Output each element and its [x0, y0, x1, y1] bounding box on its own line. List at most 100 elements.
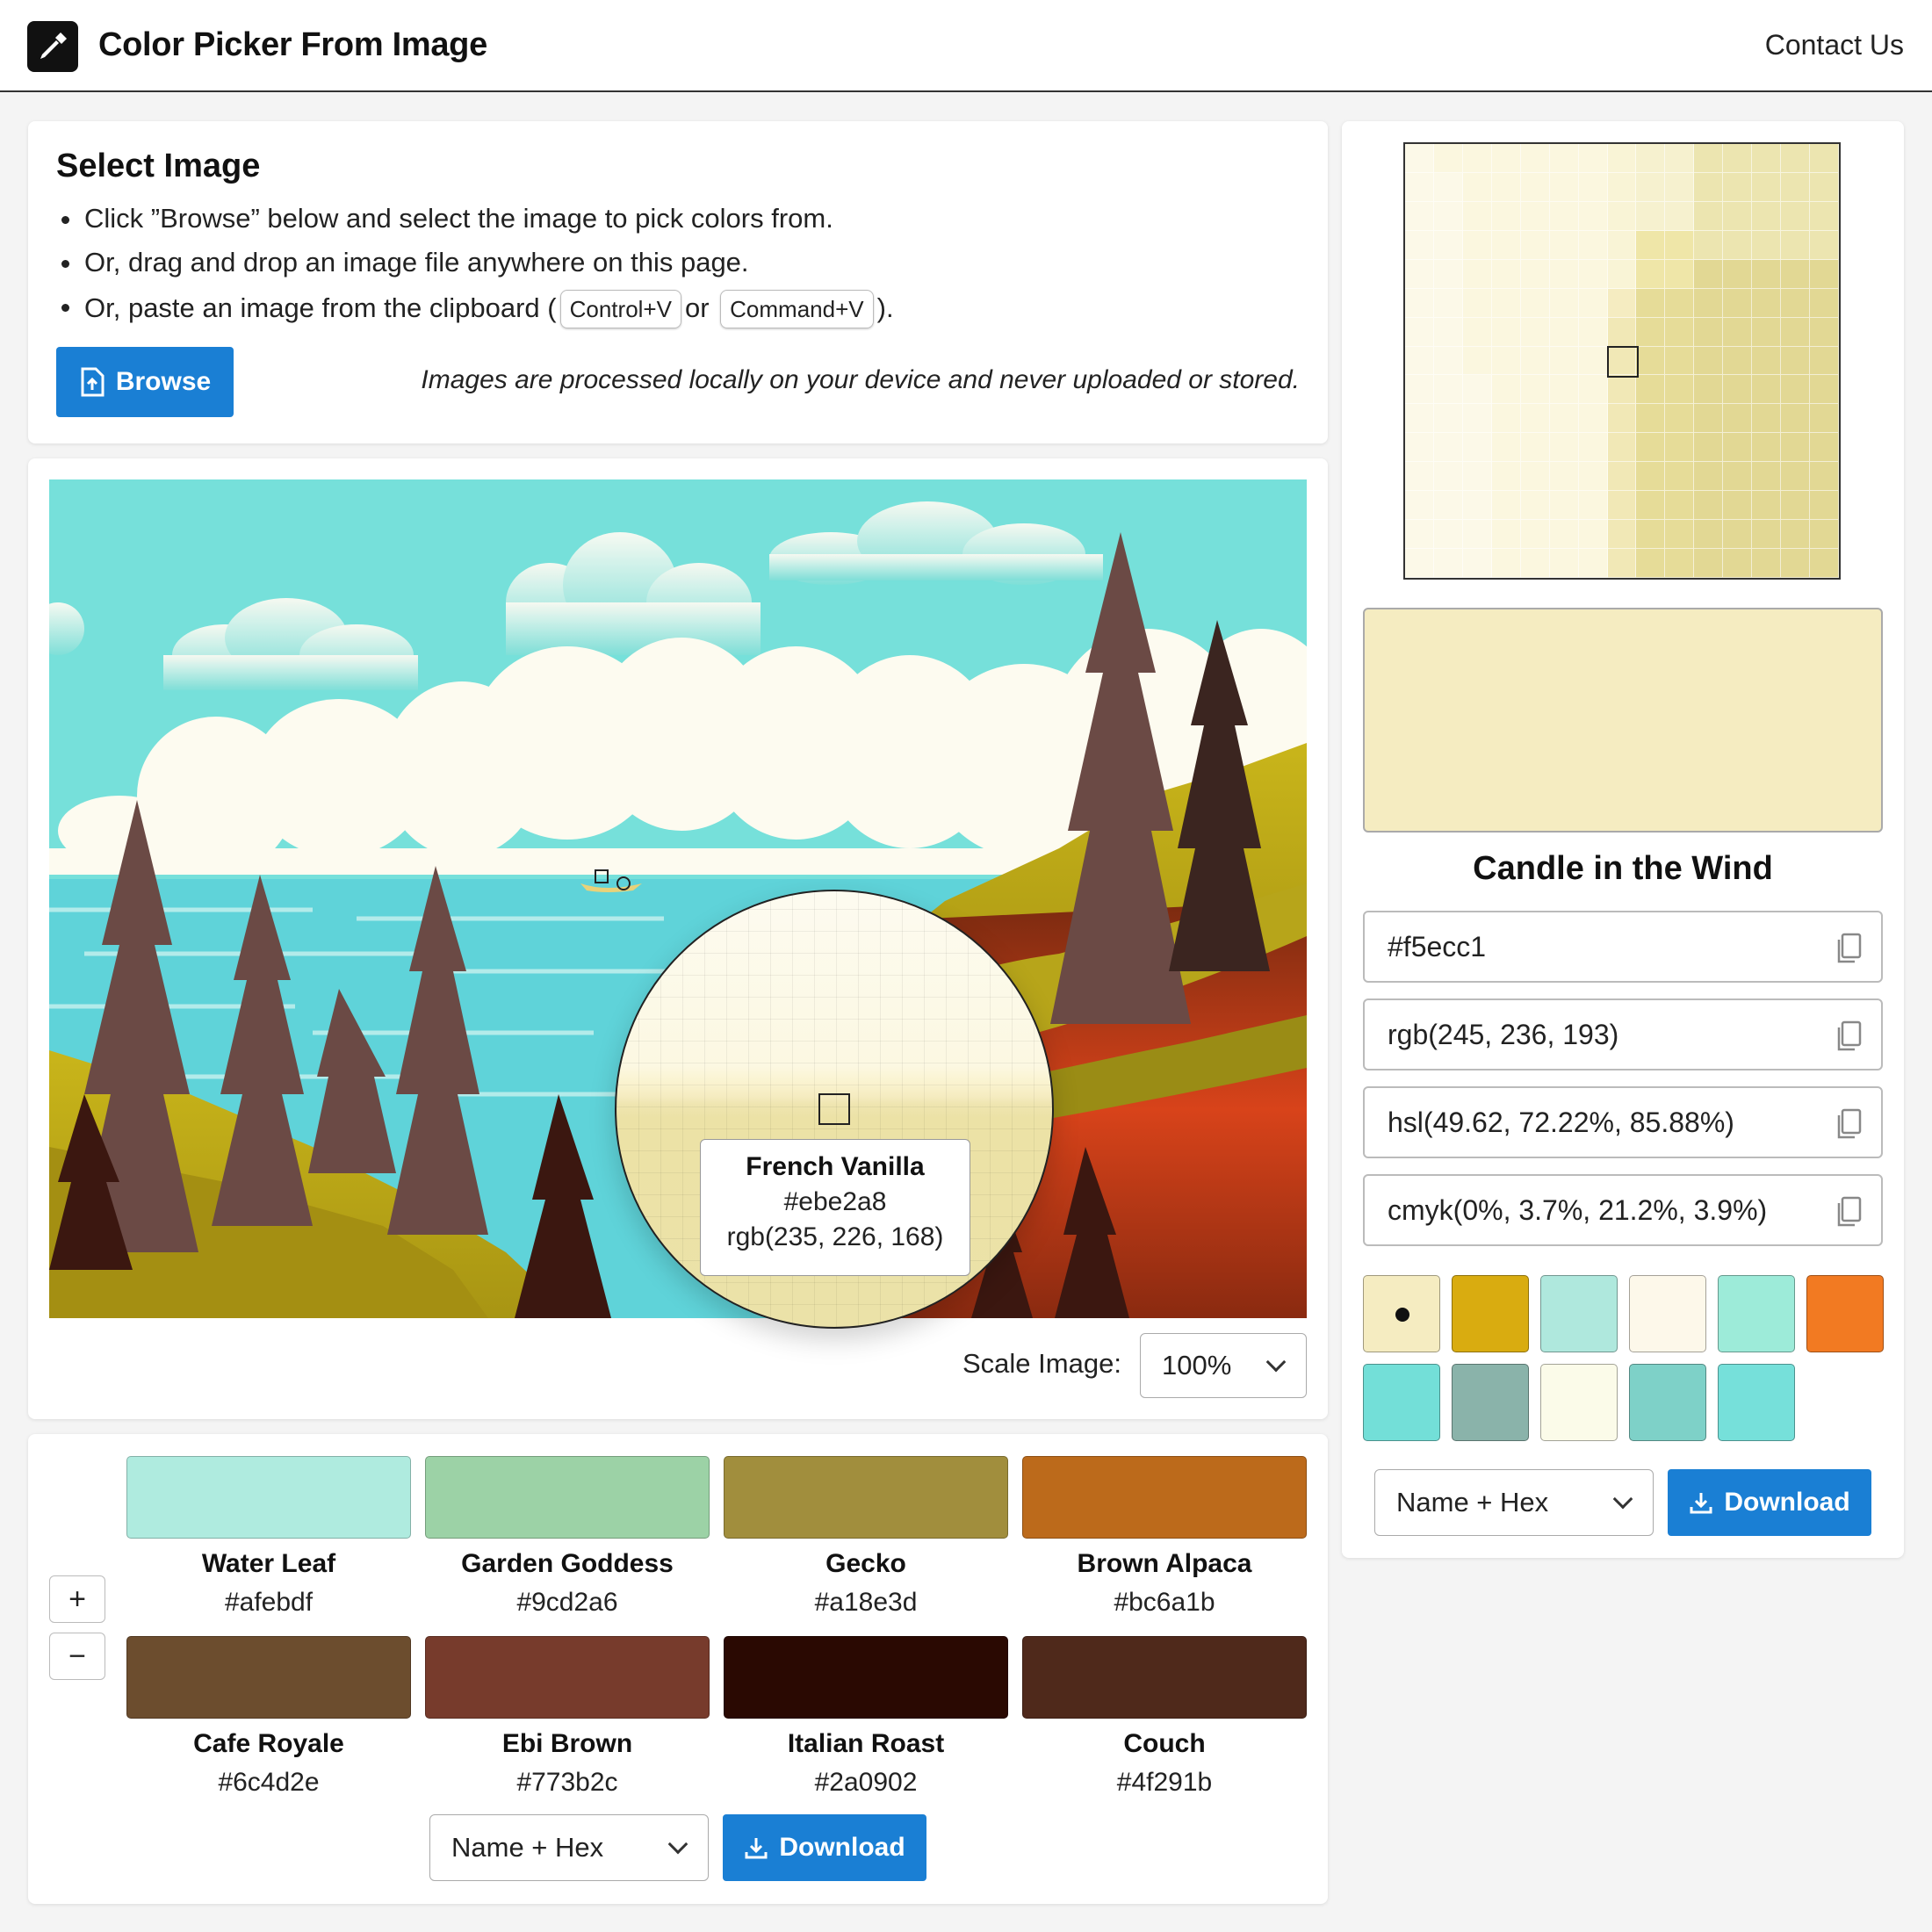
zoom-pixel	[1665, 375, 1695, 405]
hex-value-field[interactable]: #f5ecc1	[1363, 911, 1883, 983]
copy-icon[interactable]	[1834, 1195, 1864, 1229]
palette-swatch	[1022, 1636, 1307, 1719]
palette-download-label: Download	[779, 1833, 905, 1862]
copy-icon[interactable]	[1834, 1020, 1864, 1053]
add-color-button[interactable]: +	[49, 1575, 105, 1623]
remove-color-button[interactable]: −	[49, 1633, 105, 1680]
history-swatch[interactable]	[1718, 1275, 1795, 1352]
palette-download-button[interactable]: Download	[723, 1814, 926, 1881]
eyedropper-logo-icon[interactable]	[27, 21, 78, 72]
palette-item[interactable]: Gecko #a18e3d	[724, 1456, 1008, 1618]
zoom-pixel	[1462, 230, 1492, 260]
zoom-pixel	[1549, 201, 1579, 231]
rgb-value-field[interactable]: rgb(245, 236, 193)	[1363, 998, 1883, 1071]
palette-item[interactable]: Couch #4f291b	[1022, 1636, 1307, 1798]
zoom-pixel	[1636, 172, 1666, 202]
zoom-pixel	[1433, 144, 1463, 173]
palette-color-hex: #773b2c	[516, 1768, 618, 1797]
history-swatch[interactable]	[1363, 1275, 1440, 1352]
palette-color-hex: #bc6a1b	[1114, 1588, 1215, 1617]
zoom-pixel	[1665, 433, 1695, 463]
app-title[interactable]: Color Picker From Image	[98, 26, 487, 64]
zoom-pixel	[1462, 433, 1492, 463]
zoom-pixel	[1520, 491, 1550, 521]
zoom-pixel	[1578, 230, 1608, 260]
palette-item[interactable]: Cafe Royale #6c4d2e	[126, 1636, 411, 1798]
browse-button[interactable]: Browse	[56, 347, 234, 417]
zoom-pixel	[1433, 491, 1463, 521]
palette-item[interactable]: Water Leaf #afebdf	[126, 1456, 411, 1618]
copy-icon[interactable]	[1834, 1107, 1864, 1141]
zoom-pixel	[1405, 201, 1434, 231]
zoom-pixel	[1578, 317, 1608, 347]
history-format-select[interactable]: Name + Hex	[1374, 1469, 1654, 1536]
zoom-pixel	[1405, 375, 1434, 405]
picked-point-marker	[595, 869, 609, 883]
zoom-pixel	[1694, 433, 1724, 463]
zoom-pixel	[1810, 144, 1839, 173]
zoom-pixel	[1636, 433, 1666, 463]
zoom-pixel	[1520, 520, 1550, 550]
zoom-pixel	[1549, 288, 1579, 318]
history-swatch[interactable]	[1363, 1364, 1440, 1441]
download-icon	[1690, 1493, 1712, 1514]
history-swatch[interactable]	[1629, 1364, 1706, 1441]
cmyk-value-field[interactable]: cmyk(0%, 3.7%, 21.2%, 3.9%)	[1363, 1174, 1883, 1246]
zoom-pixel	[1752, 491, 1782, 521]
zoom-pixel	[1491, 462, 1521, 492]
zoom-pixel	[1752, 520, 1782, 550]
zoom-pixel	[1810, 172, 1839, 202]
zoom-pixel	[1491, 201, 1521, 231]
history-swatch[interactable]	[1629, 1275, 1706, 1352]
scale-value: 100%	[1162, 1350, 1232, 1381]
palette-color-hex: #2a0902	[814, 1768, 918, 1797]
hsl-value-field[interactable]: hsl(49.62, 72.22%, 85.88%)	[1363, 1086, 1883, 1158]
history-swatch[interactable]	[1452, 1364, 1529, 1441]
zoom-pixel	[1607, 259, 1637, 289]
history-swatch[interactable]	[1718, 1364, 1795, 1441]
zoom-pixel	[1433, 317, 1463, 347]
zoom-pixel	[1694, 172, 1724, 202]
history-swatch[interactable]	[1452, 1275, 1529, 1352]
zoom-pixel	[1694, 549, 1724, 578]
palette-format-select[interactable]: Name + Hex	[429, 1814, 709, 1881]
palette-item[interactable]: Brown Alpaca #bc6a1b	[1022, 1456, 1307, 1618]
zoom-pixel	[1781, 491, 1811, 521]
zoom-pixel	[1405, 172, 1434, 202]
zoom-pixel	[1520, 259, 1550, 289]
zoom-pixel	[1810, 201, 1839, 231]
palette-item[interactable]: Italian Roast #2a0902	[724, 1636, 1008, 1798]
zoom-pixel	[1665, 259, 1695, 289]
zoom-pixel	[1665, 520, 1695, 550]
zoom-pixel	[1723, 230, 1753, 260]
palette-item[interactable]: Garden Goddess #9cd2a6	[425, 1456, 710, 1618]
zoom-pixel	[1694, 230, 1724, 260]
zoom-pixel	[1810, 549, 1839, 578]
history-download-button[interactable]: Download	[1668, 1469, 1871, 1536]
zoom-pixel	[1578, 549, 1608, 578]
zoom-pixel	[1549, 375, 1579, 405]
zoom-pixel	[1520, 172, 1550, 202]
palette-item[interactable]: Ebi Brown #773b2c	[425, 1636, 710, 1798]
history-swatch[interactable]	[1806, 1275, 1884, 1352]
palette-swatch	[126, 1456, 411, 1539]
zoom-pixel	[1607, 462, 1637, 492]
history-swatch[interactable]	[1540, 1275, 1618, 1352]
zoom-pixel	[1723, 404, 1753, 434]
zoom-pixel	[1607, 317, 1637, 347]
zoom-pixel	[1607, 144, 1637, 173]
zoom-pixel	[1636, 317, 1666, 347]
zoom-pixel	[1491, 288, 1521, 318]
zoom-pixel	[1520, 288, 1550, 318]
history-swatch[interactable]	[1540, 1364, 1618, 1441]
contact-link[interactable]: Contact Us	[1765, 29, 1904, 61]
scale-image-select[interactable]: 100%	[1140, 1333, 1307, 1398]
zoom-pixel	[1723, 549, 1753, 578]
copy-icon[interactable]	[1834, 932, 1864, 965]
scale-image-label: Scale Image:	[962, 1348, 1121, 1379]
history-format-value: Name + Hex	[1396, 1487, 1549, 1517]
palette-swatch	[724, 1456, 1008, 1539]
zoom-pixel	[1752, 288, 1782, 318]
zoom-pixel	[1752, 230, 1782, 260]
zoom-pixel	[1636, 375, 1666, 405]
